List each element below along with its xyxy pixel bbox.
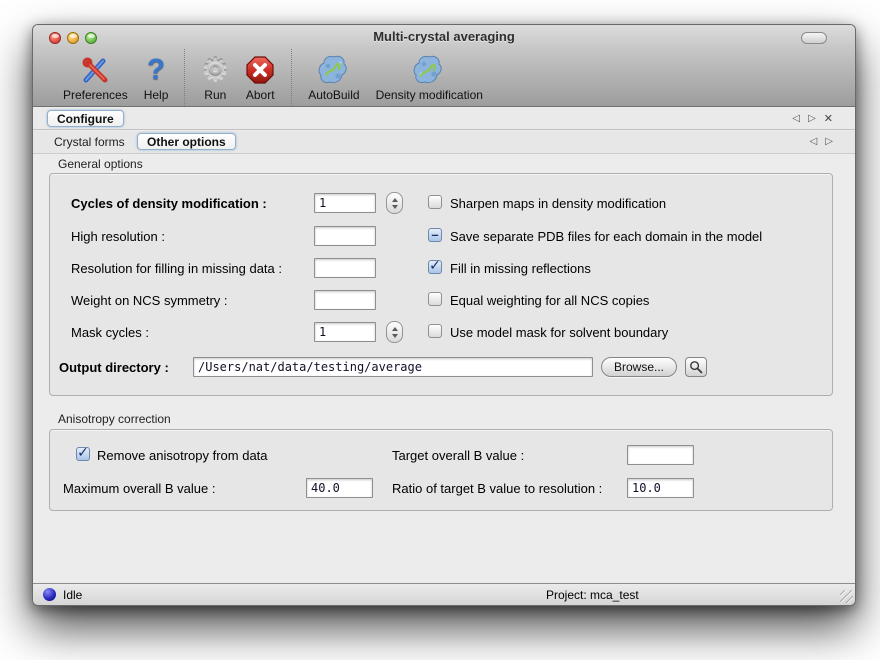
resize-grip[interactable] — [840, 590, 853, 603]
sub-tab-bar: Crystal forms Other options ◁ ▷ — [33, 131, 855, 154]
ratio-b-input[interactable] — [627, 478, 694, 498]
app-window: Multi-crystal averaging Preferences — [32, 24, 856, 606]
cycles-density-mod-input[interactable] — [314, 193, 376, 213]
output-directory-label: Output directory : — [59, 360, 169, 375]
run-label: Run — [204, 88, 226, 102]
question-mark-icon: ? — [147, 52, 165, 87]
fill-missing-checkbox[interactable] — [428, 260, 442, 274]
mask-cycles-input[interactable] — [314, 322, 376, 342]
mask-cycles-stepper[interactable] — [386, 321, 403, 343]
protein-model-icon — [317, 52, 351, 87]
search-directory-button[interactable] — [685, 357, 707, 377]
stop-x-icon — [245, 52, 275, 87]
general-options-title: General options — [58, 157, 143, 171]
checkbox-label: Use model mask for solvent boundary — [450, 325, 668, 340]
autobuild-button[interactable]: AutoBuild — [300, 49, 367, 106]
close-tab-icon[interactable]: ✕ — [824, 112, 833, 125]
stepper-down-icon[interactable] — [392, 205, 398, 209]
density-modification-label: Density modification — [376, 88, 483, 102]
checkbox-label: Save separate PDB files for each domain … — [450, 229, 762, 244]
protein-model-icon — [412, 52, 446, 87]
tab-scroll-right-icon[interactable]: ▷ — [808, 113, 816, 124]
checkbox-label: Remove anisotropy from data — [97, 448, 268, 463]
stepper-up-icon[interactable] — [392, 327, 398, 331]
tab-crystal-forms[interactable]: Crystal forms — [54, 135, 125, 149]
magnifier-icon — [689, 360, 703, 374]
window-title: Multi-crystal averaging — [33, 29, 855, 44]
subtab-scroll-left-icon[interactable]: ◁ — [810, 136, 818, 147]
toolbar-toggle-button[interactable] — [801, 32, 827, 44]
status-bar: Idle Project: mca_test — [33, 583, 855, 605]
anisotropy-group — [49, 429, 833, 511]
status-text: Idle — [63, 588, 82, 602]
help-label: Help — [144, 88, 169, 102]
density-modification-button[interactable]: Density modification — [368, 49, 491, 106]
resolution-filling-input[interactable] — [314, 258, 376, 278]
subtab-scroll-right-icon[interactable]: ▷ — [825, 136, 833, 147]
run-button[interactable]: ⚙ Run — [193, 49, 237, 106]
title-bar[interactable]: Multi-crystal averaging — [33, 25, 855, 49]
stepper-up-icon[interactable] — [392, 198, 398, 202]
save-pdb-checkbox[interactable] — [428, 228, 442, 242]
target-b-input[interactable] — [627, 445, 694, 465]
model-mask-checkbox[interactable] — [428, 324, 442, 338]
max-b-input[interactable] — [306, 478, 373, 498]
abort-label: Abort — [246, 88, 275, 102]
tab-configure[interactable]: Configure — [47, 110, 124, 127]
stepper-down-icon[interactable] — [392, 334, 398, 338]
sharpen-maps-checkbox[interactable] — [428, 195, 442, 209]
tab-scroll-left-icon[interactable]: ◁ — [792, 113, 800, 124]
max-b-label: Maximum overall B value : — [63, 481, 215, 496]
field-label: High resolution : — [71, 229, 165, 244]
abort-button[interactable]: Abort — [237, 49, 283, 106]
configure-panel: General options Cycles of density modifi… — [33, 154, 855, 585]
field-label: Resolution for filling in missing data : — [71, 261, 282, 276]
checkbox-label: Sharpen maps in density modification — [450, 196, 666, 211]
target-b-label: Target overall B value : — [392, 448, 524, 463]
tools-icon — [79, 52, 111, 87]
main-tab-bar: Configure ◁ ▷ ✕ — [33, 108, 855, 130]
tab-other-options[interactable]: Other options — [137, 133, 236, 150]
preferences-button[interactable]: Preferences — [55, 49, 136, 106]
field-label: Weight on NCS symmetry : — [71, 293, 228, 308]
autobuild-label: AutoBuild — [308, 88, 359, 102]
gear-icon: ⚙ — [201, 52, 229, 87]
field-label: Cycles of density modification : — [71, 196, 267, 211]
equal-weighting-checkbox[interactable] — [428, 292, 442, 306]
output-directory-input[interactable] — [193, 357, 593, 377]
checkbox-label: Equal weighting for all NCS copies — [450, 293, 649, 308]
anisotropy-title: Anisotropy correction — [58, 412, 171, 426]
checkbox-label: Fill in missing reflections — [450, 261, 591, 276]
high-resolution-input[interactable] — [314, 226, 376, 246]
ratio-b-label: Ratio of target B value to resolution : — [392, 481, 602, 496]
blue-sphere-icon — [43, 588, 56, 601]
ncs-weight-input[interactable] — [314, 290, 376, 310]
toolbar: Preferences ? Help ⚙ Run — [33, 49, 855, 107]
help-button[interactable]: ? Help — [136, 49, 177, 106]
remove-anisotropy-checkbox[interactable] — [76, 447, 90, 461]
project-text: Project: mca_test — [546, 588, 639, 602]
field-label: Mask cycles : — [71, 325, 149, 340]
preferences-label: Preferences — [63, 88, 128, 102]
browse-button[interactable]: Browse... — [601, 357, 677, 377]
cycles-density-mod-stepper[interactable] — [386, 192, 403, 214]
